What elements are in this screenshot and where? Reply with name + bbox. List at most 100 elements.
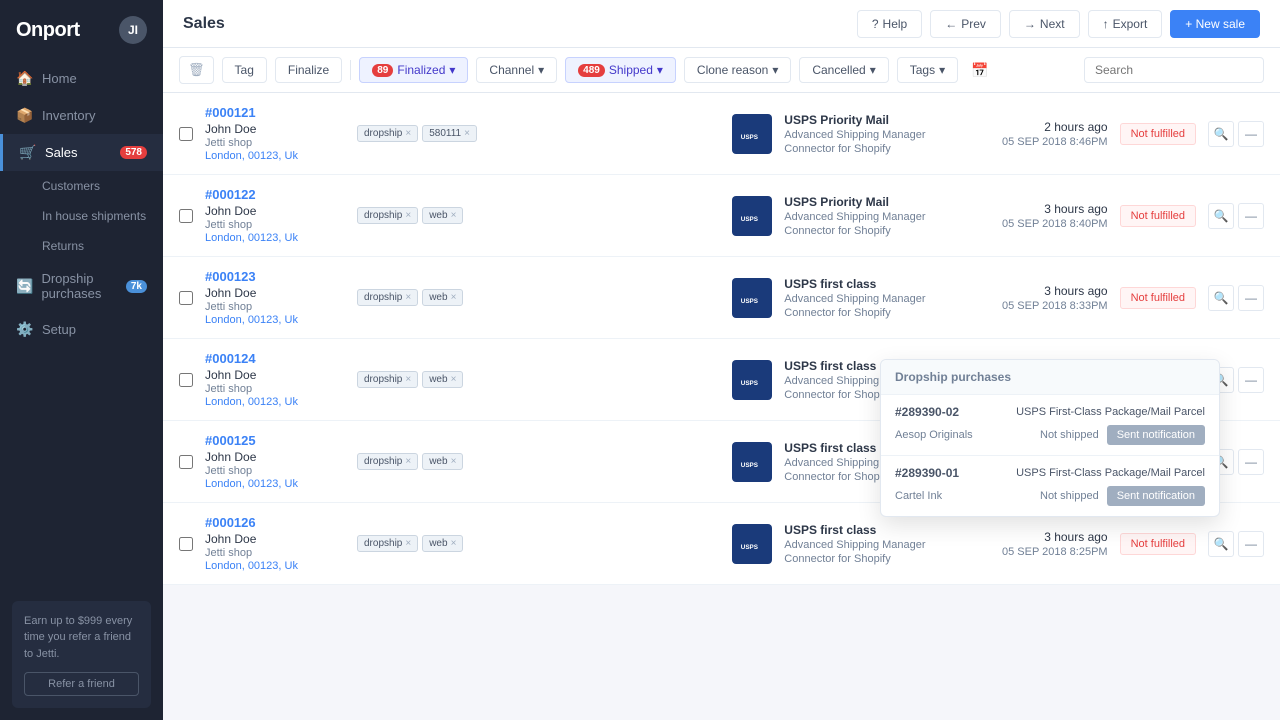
tag-filter-button[interactable]: Tag [222,57,267,83]
row-search-button[interactable]: 🔍 [1208,531,1234,557]
tags-area: dropship × 580111 × [357,125,517,142]
customers-label: Customers [42,179,100,193]
tag-remove-icon[interactable]: × [405,128,411,139]
tag-label: web [429,456,447,467]
tag-pill: dropship × [357,207,418,224]
tags-filter[interactable]: Tags ▾ [897,57,958,83]
row-more-button[interactable]: — [1238,203,1264,229]
next-button[interactable]: → Next [1009,10,1080,38]
sidebar-item-home[interactable]: 🏠 Home [0,60,163,97]
order-number-link[interactable]: #000123 [205,269,256,284]
sidebar-item-setup[interactable]: ⚙️ Setup [0,311,163,348]
shipping-info: USPS Priority Mail Advanced Shipping Man… [784,195,975,237]
row-checkbox[interactable] [179,291,193,305]
finalize-button[interactable]: Finalize [275,57,342,83]
tag-pill: web × [422,535,463,552]
shipped-filter[interactable]: 489 Shipped ▾ [565,57,676,83]
app-logo: Onport [16,19,80,42]
row-checkbox[interactable] [179,127,193,141]
tag-remove-icon[interactable]: × [405,456,411,467]
tag-remove-icon[interactable]: × [451,374,457,385]
svg-text:USPS: USPS [741,215,758,222]
finalized-label: Finalized [397,63,445,77]
sent-notification-button[interactable]: Sent notification [1107,425,1205,445]
tag-pill: dropship × [357,535,418,552]
row-checkbox[interactable] [179,209,193,223]
tag-remove-icon[interactable]: × [405,210,411,221]
popup-item-status: Not shipped [1040,490,1099,502]
order-number-link[interactable]: #000125 [205,433,256,448]
row-more-button[interactable]: — [1238,531,1264,557]
clone-reason-filter[interactable]: Clone reason ▾ [684,57,791,83]
tag-remove-icon[interactable]: × [451,292,457,303]
tags-area: dropship × web × [357,207,517,224]
export-button[interactable]: ↑ Export [1088,10,1163,38]
sent-notification-button[interactable]: Sent notification [1107,486,1205,506]
tag-label: dropship [364,128,402,139]
tag-remove-icon[interactable]: × [464,128,470,139]
order-location: London, 00123, Uk [205,232,345,244]
shipping-name: USPS Priority Mail [784,195,975,209]
tags-area: dropship × web × [357,535,517,552]
tag-pill: web × [422,371,463,388]
sidebar-item-customers[interactable]: Customers [0,171,163,201]
svg-text:USPS: USPS [741,297,758,304]
shipping-info: USPS first class Advanced Shipping Manag… [784,523,975,565]
shop-name: Jetti shop [205,383,345,395]
row-search-button[interactable]: 🔍 [1208,203,1234,229]
refer-friend-button[interactable]: Refer a friend [24,672,139,696]
fulfillment-status-button[interactable]: Not fulfilled [1120,123,1196,145]
row-checkbox[interactable] [179,455,193,469]
tag-pill: dropship × [357,289,418,306]
tag-remove-icon[interactable]: × [451,210,457,221]
tag-remove-icon[interactable]: × [405,374,411,385]
row-checkbox[interactable] [179,373,193,387]
row-more-button[interactable]: — [1238,285,1264,311]
row-more-button[interactable]: — [1238,367,1264,393]
sidebar-item-dropship-purchases[interactable]: 🔄 Dropship purchases 7k [0,261,163,311]
order-number-link[interactable]: #000126 [205,515,256,530]
shop-name: Jetti shop [205,219,345,231]
finalized-filter[interactable]: 89 Finalized ▾ [359,57,468,83]
row-more-button[interactable]: — [1238,449,1264,475]
sidebar-header: Onport JI [0,0,163,60]
tags-label: Tags [910,63,935,77]
fulfillment-status-button[interactable]: Not fulfilled [1120,533,1196,555]
help-button[interactable]: ? Help [857,10,922,38]
search-input[interactable] [1084,57,1264,83]
row-search-button[interactable]: 🔍 [1208,121,1234,147]
tag-label: dropship [364,210,402,221]
row-checkbox[interactable] [179,537,193,551]
time-info: 2 hours ago 05 SEP 2018 8:46PM [988,120,1108,148]
tag-remove-icon[interactable]: × [405,538,411,549]
order-number-link[interactable]: #000124 [205,351,256,366]
sidebar-item-sales[interactable]: 🛒 Sales 578 [0,134,163,171]
fulfillment-status-button[interactable]: Not fulfilled [1120,205,1196,227]
row-more-button[interactable]: — [1238,121,1264,147]
tag-remove-icon[interactable]: × [451,538,457,549]
tag-remove-icon[interactable]: × [451,456,457,467]
cancelled-filter[interactable]: Cancelled ▾ [799,57,888,83]
minus-icon: — [1245,127,1257,141]
new-sale-button[interactable]: + New sale [1170,10,1260,38]
avatar[interactable]: JI [119,16,147,44]
popup-header: Dropship purchases [881,360,1219,395]
tag-label: Tag [235,63,254,77]
calendar-icon[interactable]: 📅 [966,57,993,84]
trash-button[interactable]: 🗑 [179,56,214,84]
channel-filter[interactable]: Channel ▾ [476,57,557,83]
dropship-icon: 🔄 [16,278,33,295]
row-search-button[interactable]: 🔍 [1208,285,1234,311]
sidebar-item-inventory[interactable]: 📦 Inventory [0,97,163,134]
order-number-link[interactable]: #000121 [205,105,256,120]
order-number-link[interactable]: #000122 [205,187,256,202]
order-info: #000126 John Doe Jetti shop London, 0012… [205,515,345,572]
sidebar-item-inhouse-shipments[interactable]: In house shipments [0,201,163,231]
sidebar-item-returns[interactable]: Returns [0,231,163,261]
shipping-logo: USPS [732,114,772,154]
tags-chevron-icon: ▾ [939,63,945,77]
prev-button[interactable]: ← Prev [930,10,1001,38]
fulfillment-status-button[interactable]: Not fulfilled [1120,287,1196,309]
tag-remove-icon[interactable]: × [405,292,411,303]
time-date: 05 SEP 2018 8:33PM [988,300,1108,312]
